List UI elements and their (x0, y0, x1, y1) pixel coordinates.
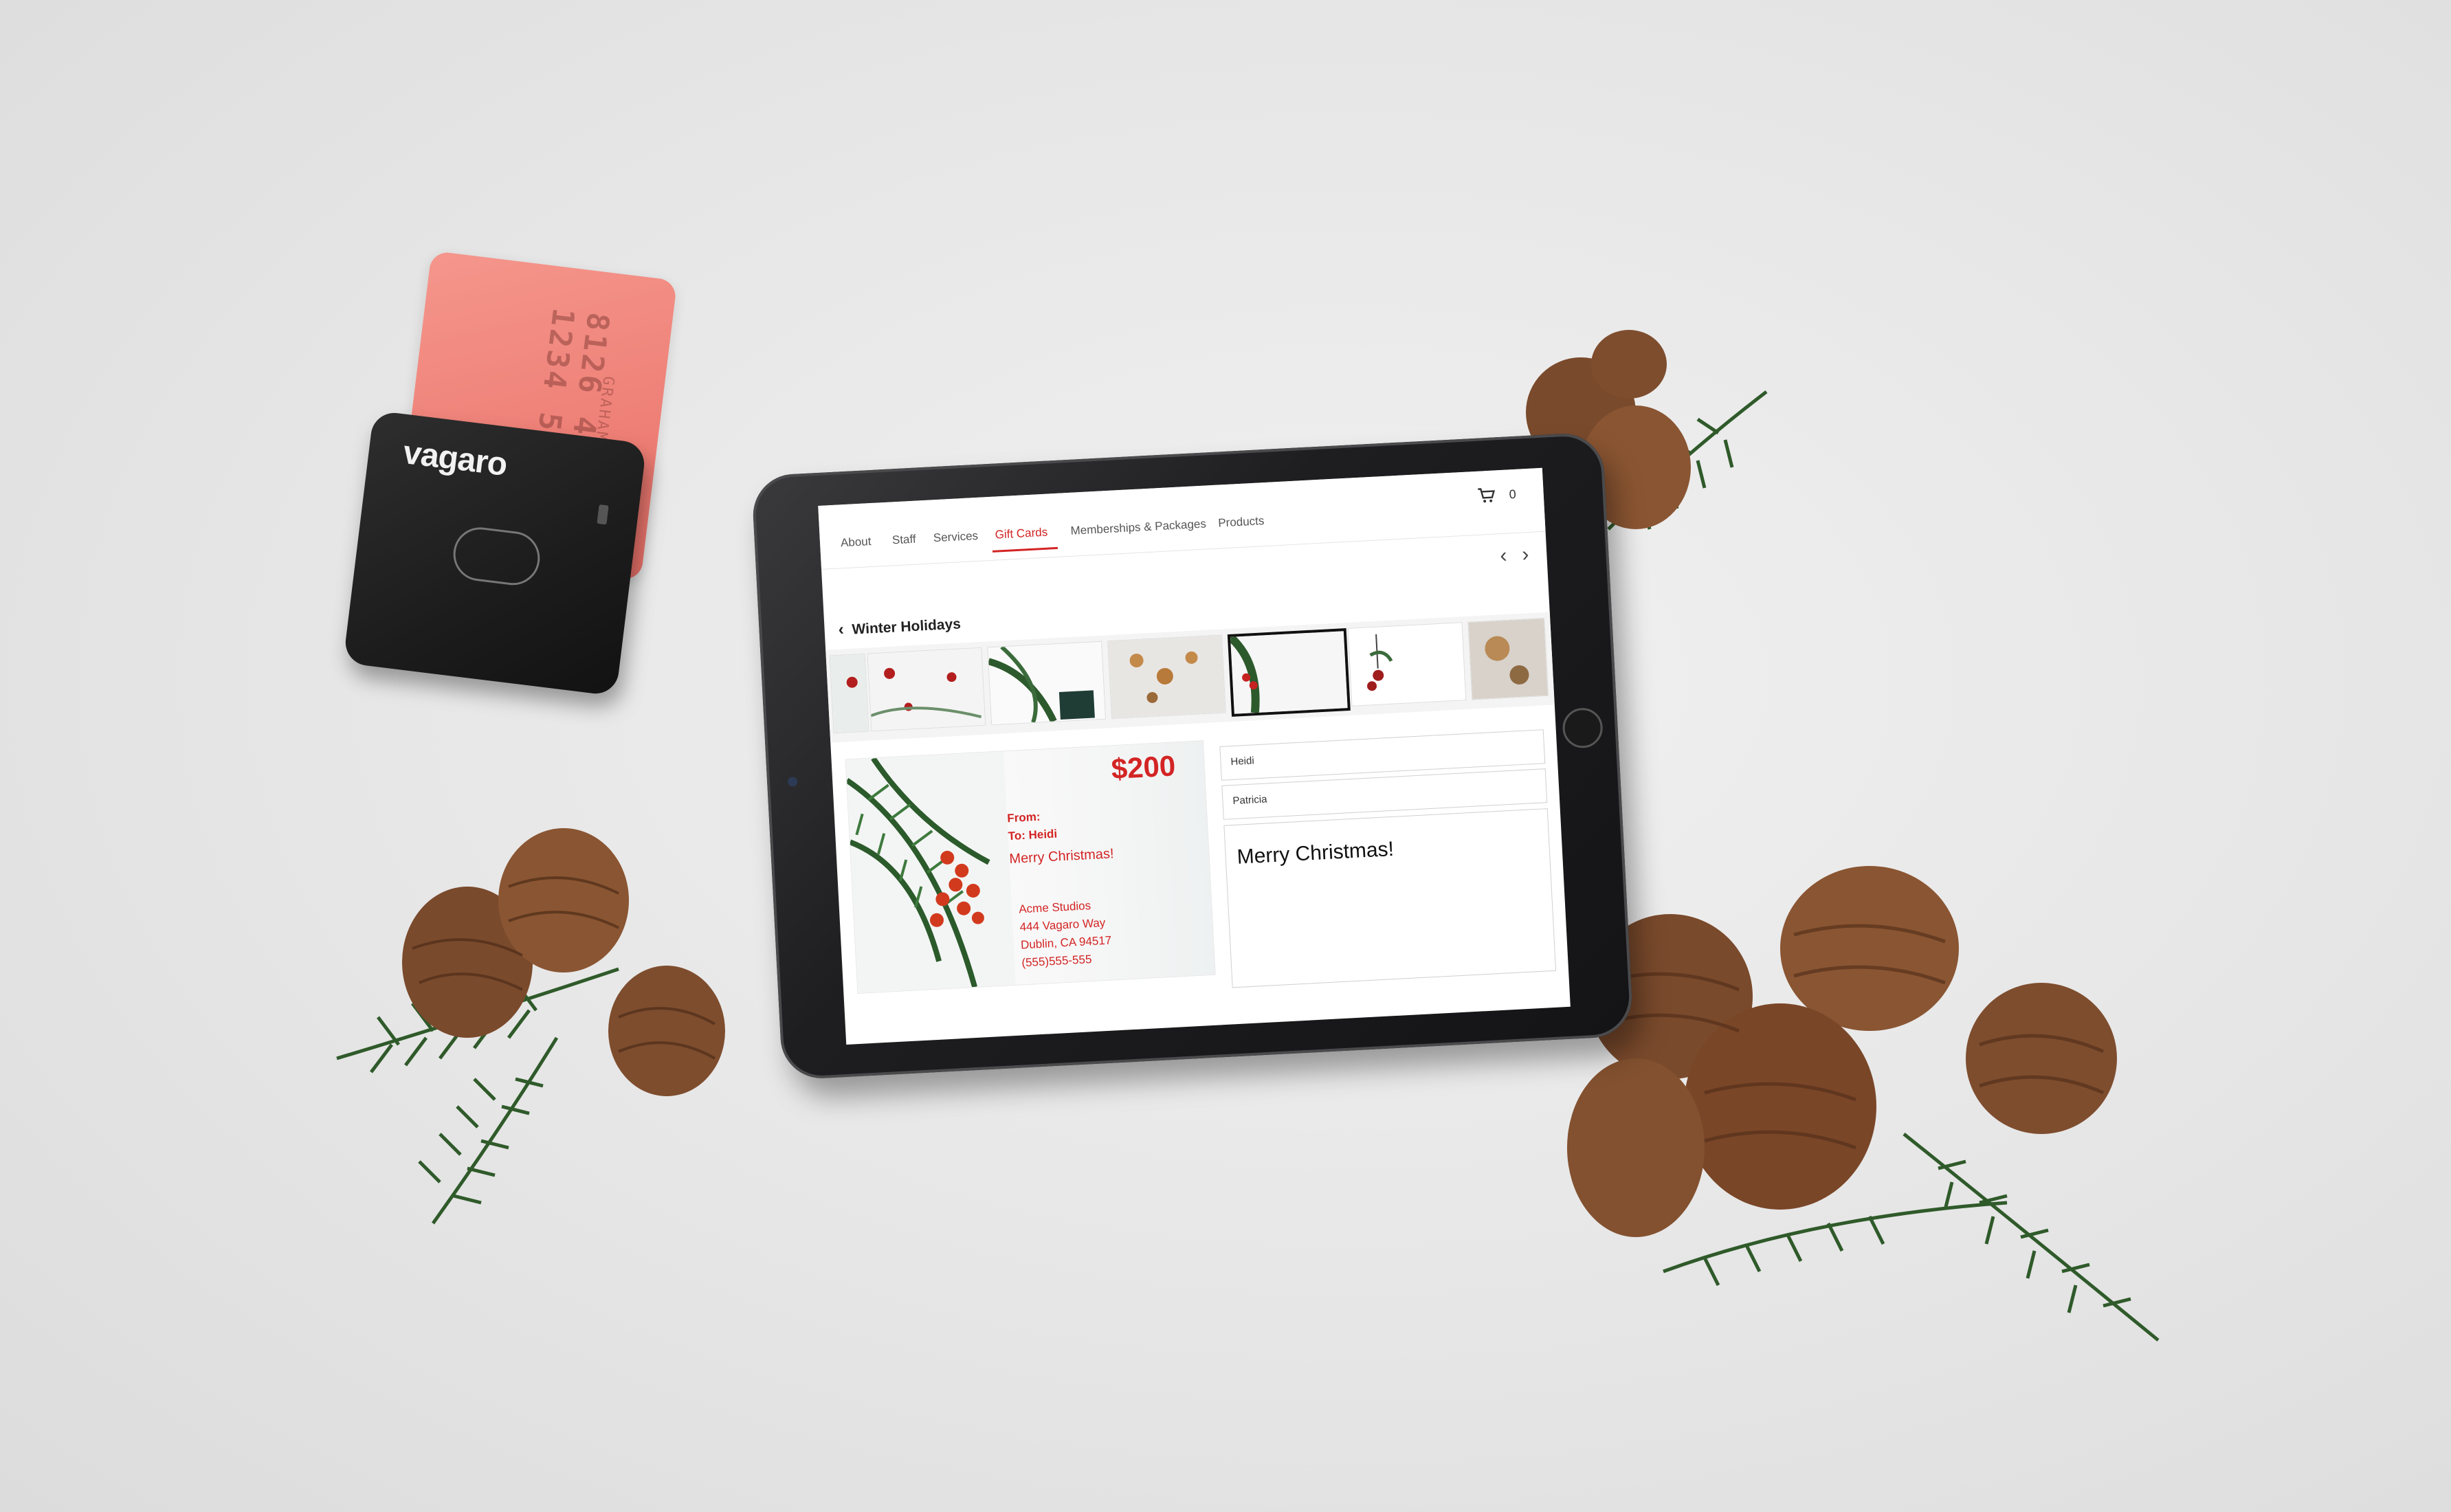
message-value: Merry Christmas! (1236, 837, 1395, 869)
chevron-left-icon[interactable]: ‹ (838, 620, 844, 638)
nav-active-indicator (992, 546, 1058, 553)
address-line: (555)555-555 (1021, 953, 1092, 970)
gift-card-amount: $200 (1110, 749, 1177, 786)
pine-decoration-left (336, 828, 725, 1225)
brand-logo: vagaro (401, 434, 509, 483)
gift-card-to: To: Heidi (1008, 827, 1058, 843)
category-title: Winter Holidays (851, 616, 962, 638)
category-header[interactable]: ‹ Winter Holidays (838, 614, 962, 639)
design-thumbnail-selected[interactable] (1227, 628, 1351, 717)
nav-staff[interactable]: Staff (891, 533, 916, 548)
gift-card-preview: $200 From: To: Heidi Merry Christmas! Ac… (845, 740, 1216, 994)
nav-products[interactable]: Products (1218, 514, 1265, 530)
design-thumbnail[interactable] (829, 653, 869, 734)
business-address: Acme Studios 444 Vagaro Way Dublin, CA 9… (1019, 896, 1113, 972)
card-reader: vagaro (342, 410, 647, 696)
contactless-icon (450, 524, 543, 588)
nav-about[interactable]: About (841, 535, 872, 550)
tablet-screen: About Staff Services Gift Cards Membersh… (818, 467, 1571, 1045)
cart-count: 0 (1509, 487, 1517, 502)
cart-icon[interactable] (1477, 487, 1496, 508)
camera (787, 777, 798, 787)
recipient-name-value: Heidi (1230, 755, 1255, 768)
design-thumbnail[interactable] (867, 647, 986, 732)
sender-name-value: Patricia (1232, 793, 1267, 808)
nav-memberships[interactable]: Memberships & Packages (1070, 518, 1206, 538)
message-textarea[interactable]: Merry Christmas! (1223, 808, 1557, 988)
home-button[interactable] (1562, 707, 1604, 749)
gift-card-from: From: (1006, 810, 1041, 825)
chevron-right-icon[interactable]: › (1521, 543, 1529, 566)
tablet: About Staff Services Gift Cards Membersh… (751, 432, 1634, 1080)
design-thumbnail[interactable] (1347, 622, 1467, 707)
nav-gift-cards[interactable]: Gift Cards (995, 526, 1047, 542)
chevron-left-icon[interactable]: ‹ (1500, 544, 1508, 568)
design-thumbnail[interactable] (1467, 617, 1549, 700)
design-thumbnail[interactable] (1107, 634, 1226, 720)
gift-card-message: Merry Christmas! (1008, 846, 1115, 867)
nav-services[interactable]: Services (933, 529, 978, 545)
status-led (597, 504, 609, 525)
top-nav: About Staff Services Gift Cards Membersh… (818, 467, 1546, 570)
design-thumbnail[interactable] (987, 641, 1107, 726)
pine-illustration (845, 751, 1017, 993)
